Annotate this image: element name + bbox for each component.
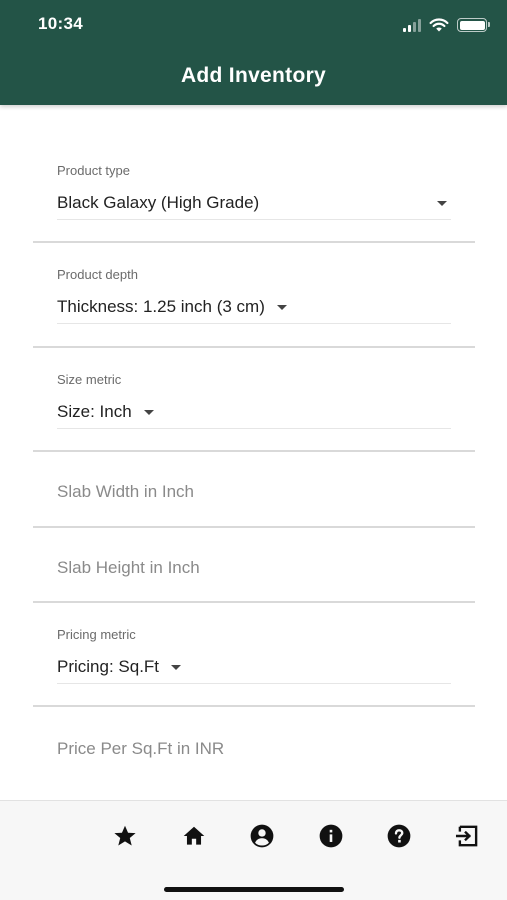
product-depth-field: Product depth Thickness: 1.25 inch (3 cm…: [33, 243, 475, 348]
size-metric-value: Size: Inch: [57, 402, 132, 421]
help-icon[interactable]: [386, 823, 412, 849]
wifi-icon: [429, 17, 449, 31]
product-depth-label: Product depth: [57, 267, 138, 282]
app-header: 10:34 Add Inventory: [0, 0, 507, 105]
size-metric-label: Size metric: [57, 372, 122, 387]
select-underline: [57, 428, 451, 429]
page-title: Add Inventory: [180, 64, 327, 87]
price-field: [33, 707, 475, 787]
dropdown-arrow-icon: [437, 200, 447, 206]
select-underline: [57, 683, 451, 684]
star-icon[interactable]: [112, 823, 138, 849]
pricing-metric-field: Pricing metric Pricing: Sq.Ft: [33, 603, 475, 707]
dropdown-arrow-icon: [276, 304, 287, 310]
app-screen: 10:34 Add Inventory Product type Black G…: [0, 0, 507, 900]
pricing-metric-select[interactable]: Pricing: Sq.Ft: [57, 657, 185, 677]
pricing-metric-value: Pricing: Sq.Ft: [57, 657, 160, 676]
status-time: 10:34: [38, 14, 83, 33]
product-type-select[interactable]: Black Galaxy (High Grade): [57, 193, 451, 213]
product-type-label: Product type: [57, 163, 130, 178]
product-depth-value: Thickness: 1.25 inch (3 cm): [57, 297, 265, 316]
dropdown-arrow-icon: [171, 664, 182, 670]
slab-height-field: [33, 528, 475, 603]
slab-width-field: [33, 452, 475, 528]
status-icons: [403, 16, 490, 34]
select-underline: [57, 323, 451, 324]
slab-width-input[interactable]: [57, 482, 451, 502]
cellular-signal-icon: [403, 18, 421, 32]
price-input[interactable]: [57, 739, 451, 759]
logout-icon[interactable]: [455, 823, 481, 849]
bottom-nav-bar: [0, 800, 507, 900]
account-circle-icon[interactable]: [249, 823, 275, 849]
select-underline: [57, 219, 451, 220]
dropdown-arrow-icon: [143, 409, 154, 415]
battery-icon: [457, 18, 490, 32]
home-icon[interactable]: [181, 823, 207, 849]
slab-height-input[interactable]: [57, 558, 451, 578]
product-type-field: Product type Black Galaxy (High Grade): [33, 105, 475, 243]
pricing-metric-label: Pricing metric: [57, 627, 136, 642]
product-depth-select[interactable]: Thickness: 1.25 inch (3 cm): [57, 297, 291, 317]
size-metric-select[interactable]: Size: Inch: [57, 402, 158, 422]
size-metric-field: Size metric Size: Inch: [33, 348, 475, 452]
info-icon[interactable]: [318, 823, 344, 849]
product-type-value: Black Galaxy (High Grade): [57, 193, 260, 212]
home-indicator[interactable]: [164, 887, 344, 892]
